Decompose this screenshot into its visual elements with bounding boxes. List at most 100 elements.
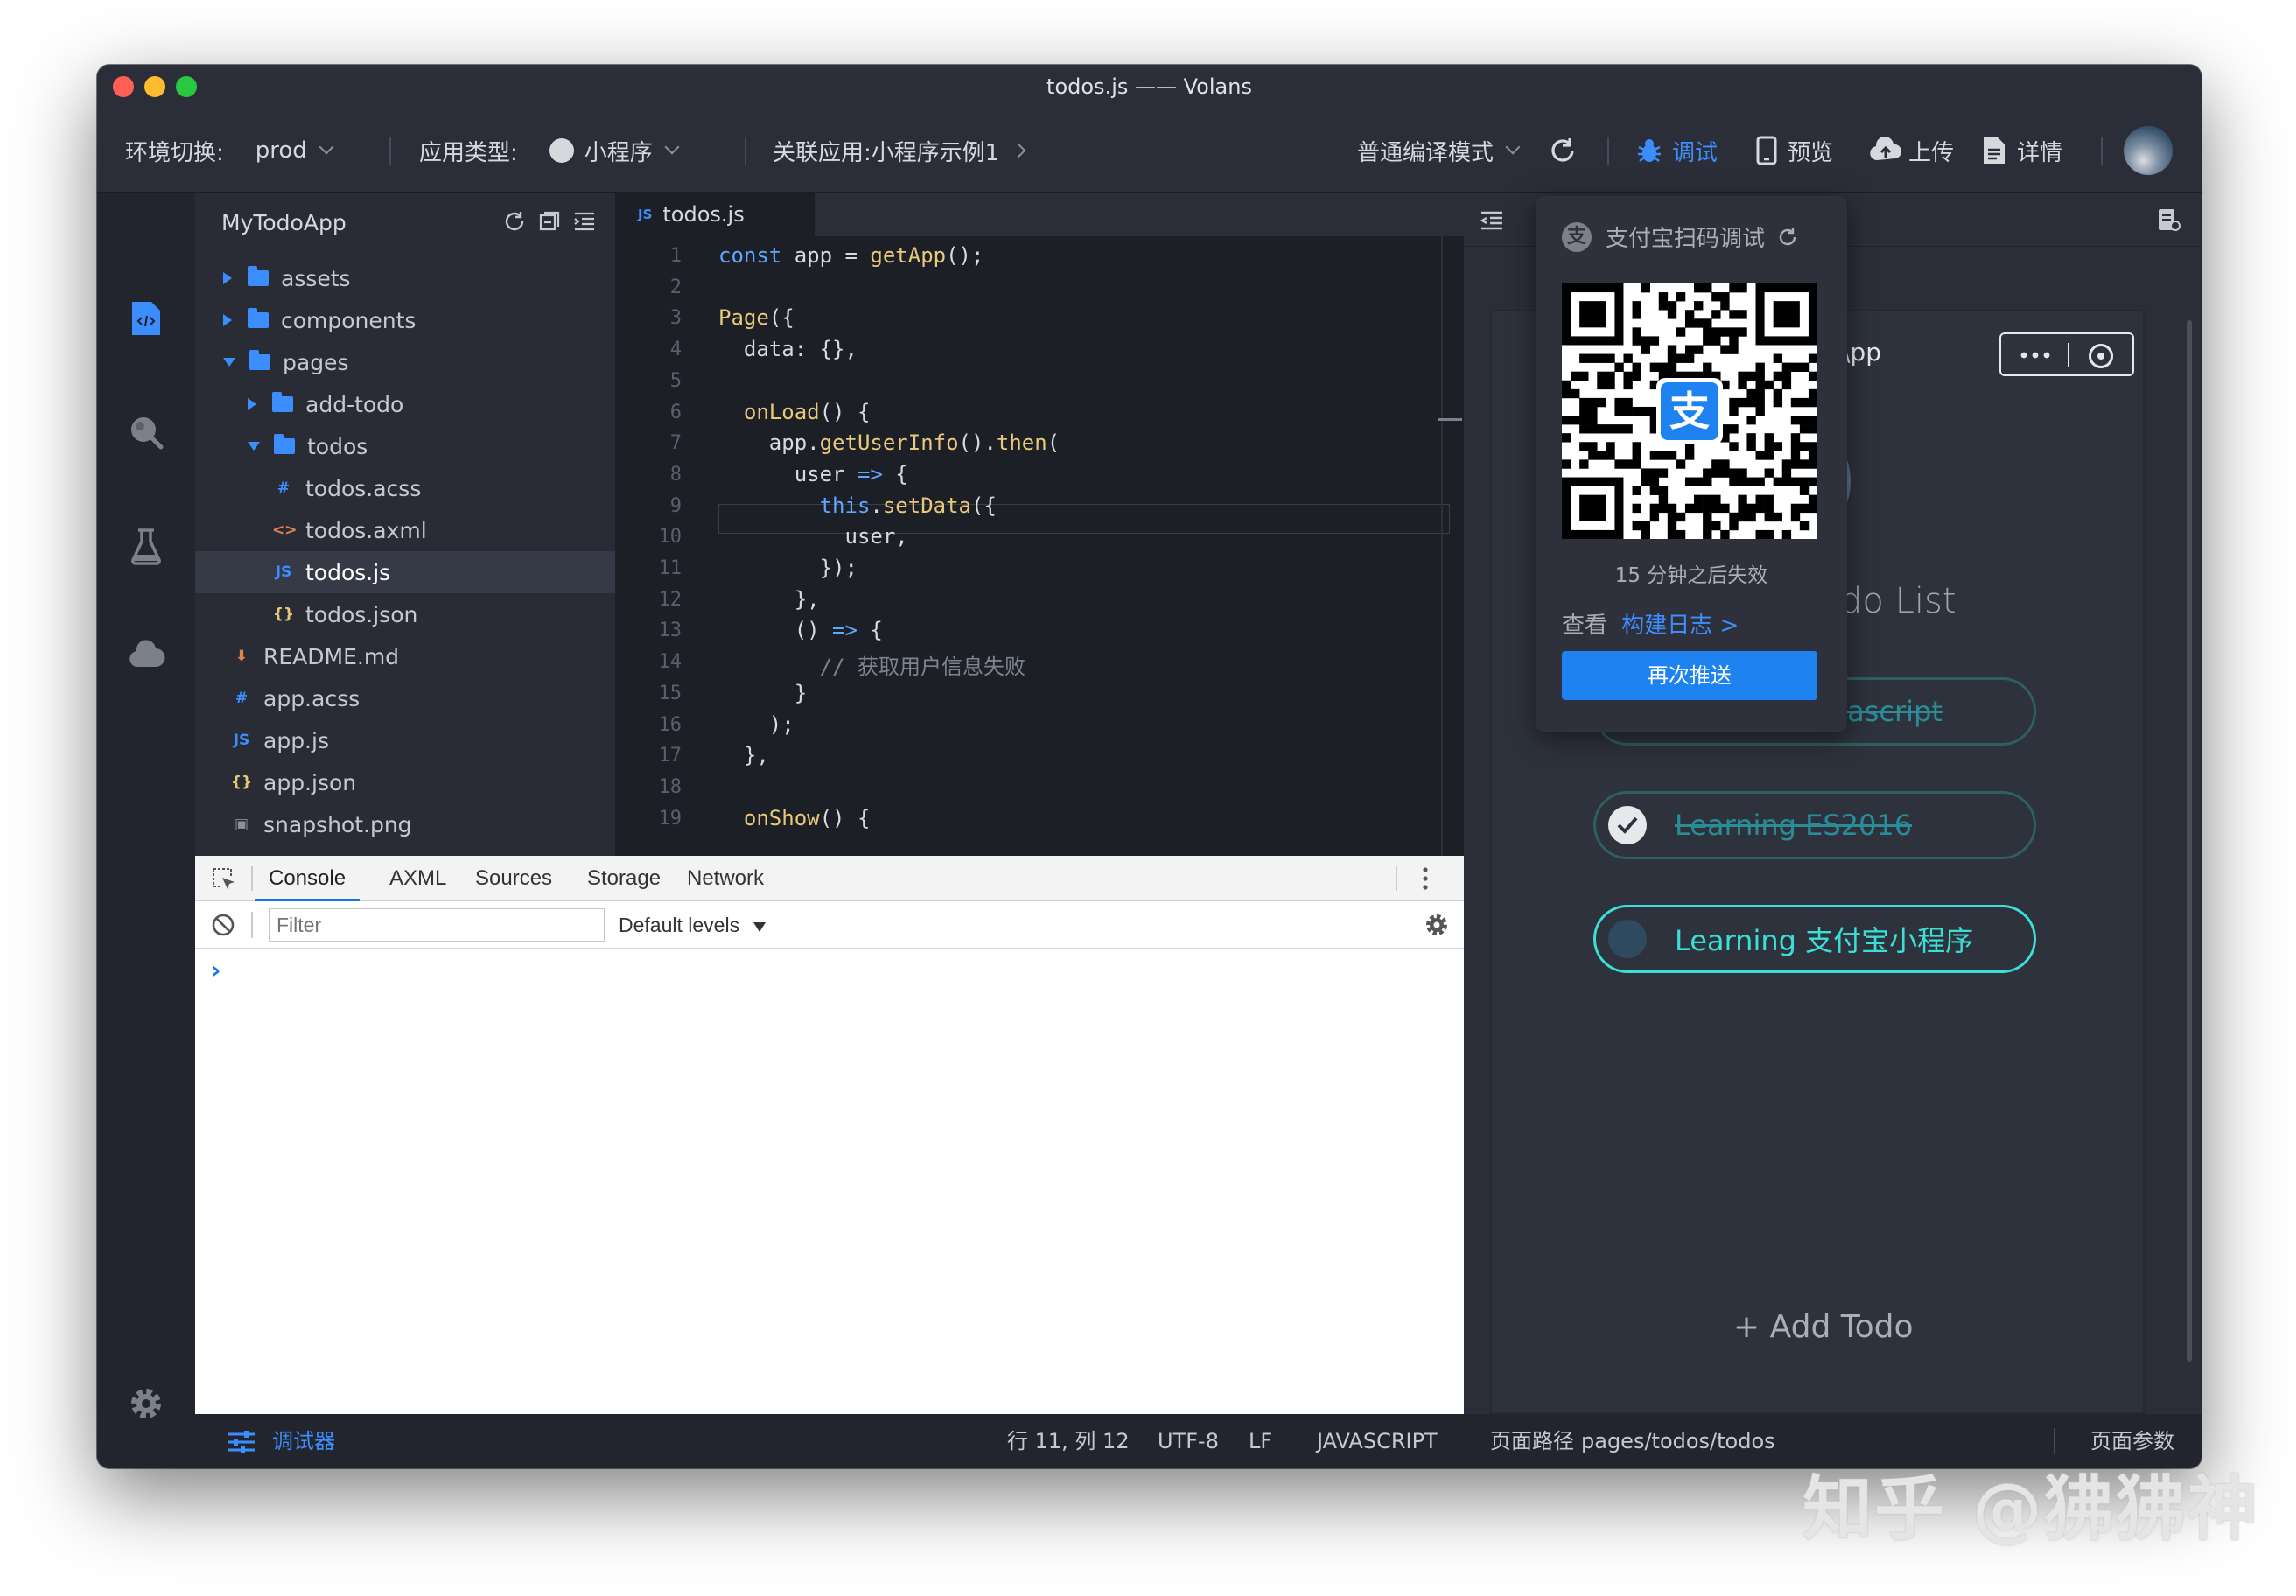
cursor-position[interactable]: 行 11, 列 12 bbox=[1007, 1414, 1130, 1468]
code-line: }, bbox=[718, 743, 769, 768]
popup-title: 支付宝扫码调试 bbox=[1606, 226, 1766, 252]
tree-folder[interactable]: components bbox=[195, 299, 615, 341]
divider bbox=[389, 136, 391, 164]
json-file-icon: {} bbox=[230, 774, 253, 791]
app-type-value: 小程序 bbox=[584, 139, 653, 166]
add-todo-button[interactable]: + Add Todo bbox=[1733, 1309, 1914, 1345]
search-icon[interactable] bbox=[127, 413, 165, 452]
document-icon bbox=[1984, 137, 2005, 164]
clear-console-icon[interactable] bbox=[211, 913, 235, 937]
line-ending[interactable]: LF bbox=[1249, 1414, 1272, 1468]
outline-icon[interactable] bbox=[573, 210, 596, 233]
tree-file[interactable]: # todos.acss bbox=[195, 467, 615, 509]
debug-label: 调试 bbox=[1672, 139, 1718, 166]
line-number: 16 bbox=[658, 713, 682, 736]
simulator-scrollbar[interactable] bbox=[2187, 320, 2192, 1362]
devtools-tab-storage[interactable]: Storage bbox=[587, 856, 661, 901]
tree-file[interactable]: {} app.json bbox=[195, 761, 615, 803]
tree-folder[interactable]: pages bbox=[195, 341, 615, 383]
console-filter-input[interactable] bbox=[269, 908, 605, 942]
build-log-row: 查看 构建日志 > bbox=[1562, 607, 1739, 640]
tree-item-label: todos bbox=[307, 433, 368, 459]
line-number: 10 bbox=[658, 526, 682, 549]
compile-mode-select[interactable]: 普通编译模式 bbox=[1357, 108, 1521, 192]
upload-button[interactable]: 上传 bbox=[1868, 108, 1954, 192]
collapse-all-icon[interactable] bbox=[538, 210, 561, 233]
line-number: 1 bbox=[669, 245, 682, 267]
tree-item-label: assets bbox=[281, 265, 351, 291]
js-file-icon: JS bbox=[638, 206, 653, 222]
refresh-icon[interactable] bbox=[1777, 227, 1798, 248]
tree-item-label: pages bbox=[283, 349, 349, 375]
editor-tab-todos-js[interactable]: JS todos.js bbox=[615, 192, 815, 236]
overview-ruler-marker bbox=[1438, 418, 1462, 421]
line-number: 15 bbox=[658, 682, 682, 704]
devtools-tab-axml[interactable]: AXML bbox=[389, 856, 446, 901]
png-file-icon: ▣ bbox=[234, 816, 249, 833]
linked-app-select[interactable]: 关联应用: 小程序示例1 bbox=[773, 108, 1026, 192]
phone-icon bbox=[1756, 136, 1777, 165]
tree-folder[interactable]: add-todo bbox=[195, 383, 615, 425]
env-switch[interactable]: 环境切换: prod bbox=[125, 108, 334, 192]
folder-icon bbox=[272, 392, 293, 412]
push-again-button[interactable]: 再次推送 bbox=[1562, 651, 1817, 700]
tree-file[interactable]: ⬇ README.md bbox=[195, 635, 615, 677]
divider bbox=[1396, 866, 1397, 891]
avatar[interactable] bbox=[2124, 108, 2173, 192]
build-log-link[interactable]: 构建日志 > bbox=[1621, 612, 1739, 639]
capsule-menu[interactable] bbox=[1999, 332, 2134, 376]
tree-file[interactable]: JS todos.js bbox=[195, 551, 615, 593]
chevron-right-icon bbox=[1011, 143, 1026, 158]
chevron-down-icon bbox=[664, 139, 680, 155]
tree-file[interactable]: # app.acss bbox=[195, 677, 615, 719]
todo-item[interactable]: Learning ES2016 bbox=[1593, 791, 2036, 859]
maximize-window-button[interactable] bbox=[176, 76, 197, 97]
minimize-window-button[interactable] bbox=[144, 76, 165, 97]
language-mode[interactable]: JAVASCRIPT bbox=[1317, 1414, 1438, 1468]
page-path-label: 页面路径 bbox=[1490, 1429, 1574, 1453]
miniapp-icon bbox=[549, 138, 574, 163]
chevron-right-icon bbox=[248, 398, 256, 410]
debugger-label: 调试器 bbox=[272, 1429, 335, 1453]
page-path-value[interactable]: pages/todos/todos bbox=[1581, 1414, 1775, 1468]
app-type-label: 应用类型: bbox=[419, 139, 518, 166]
more-options-icon[interactable] bbox=[1418, 864, 1432, 892]
outdent-icon[interactable] bbox=[1480, 210, 1504, 231]
code-icon[interactable] bbox=[127, 299, 165, 338]
unchecked-circle-icon[interactable] bbox=[1608, 920, 1647, 958]
devtools-tab-sources[interactable]: Sources bbox=[475, 856, 552, 901]
gear-icon[interactable] bbox=[127, 1384, 165, 1423]
preview-button[interactable]: 预览 bbox=[1756, 108, 1833, 192]
details-button[interactable]: 详情 bbox=[1982, 108, 2062, 192]
tree-file[interactable]: JS app.js bbox=[195, 719, 615, 761]
encoding[interactable]: UTF-8 bbox=[1158, 1414, 1219, 1468]
console-prompt[interactable]: › bbox=[211, 956, 221, 984]
line-number: 18 bbox=[658, 775, 682, 798]
close-window-button[interactable] bbox=[113, 76, 134, 97]
refresh-icon[interactable] bbox=[503, 210, 526, 233]
divider bbox=[745, 136, 746, 164]
log-levels-select[interactable]: Default levels bbox=[619, 901, 766, 948]
debugger-toggle[interactable]: 调试器 bbox=[227, 1414, 335, 1468]
tree-file[interactable]: ▣ snapshot.png bbox=[195, 803, 615, 845]
tree-folder[interactable]: assets bbox=[195, 257, 615, 299]
debug-button[interactable]: 调试 bbox=[1635, 108, 1718, 192]
devtools-tab-network[interactable]: Network bbox=[687, 856, 764, 901]
code-line: app.getUserInfo().then( bbox=[718, 430, 1060, 456]
todo-item[interactable]: Learning 支付宝小程序 bbox=[1593, 905, 2036, 973]
app-type-select[interactable]: 应用类型: 小程序 bbox=[419, 108, 680, 192]
code-line: () => { bbox=[718, 618, 883, 643]
inspect-element-icon[interactable] bbox=[211, 866, 237, 892]
upload-label: 上传 bbox=[1908, 139, 1955, 166]
line-numbers: 1 2 3 4 5 6 7 8 9 10 11 12 13 14 15 16 17 18 19 bbox=[615, 236, 682, 856]
refresh-button[interactable] bbox=[1548, 108, 1578, 192]
checkmark-icon[interactable] bbox=[1608, 806, 1647, 844]
settings-gear-icon[interactable] bbox=[1424, 912, 1450, 938]
tree-file[interactable]: {} todos.json bbox=[195, 593, 615, 635]
flask-icon[interactable] bbox=[127, 527, 165, 565]
cloud-icon[interactable] bbox=[127, 637, 165, 676]
devtools-tab-console[interactable]: Console bbox=[255, 856, 360, 901]
clipboard-icon[interactable] bbox=[2157, 206, 2181, 233]
tree-file[interactable]: <> todos.axml bbox=[195, 509, 615, 551]
tree-folder[interactable]: todos bbox=[195, 425, 615, 467]
